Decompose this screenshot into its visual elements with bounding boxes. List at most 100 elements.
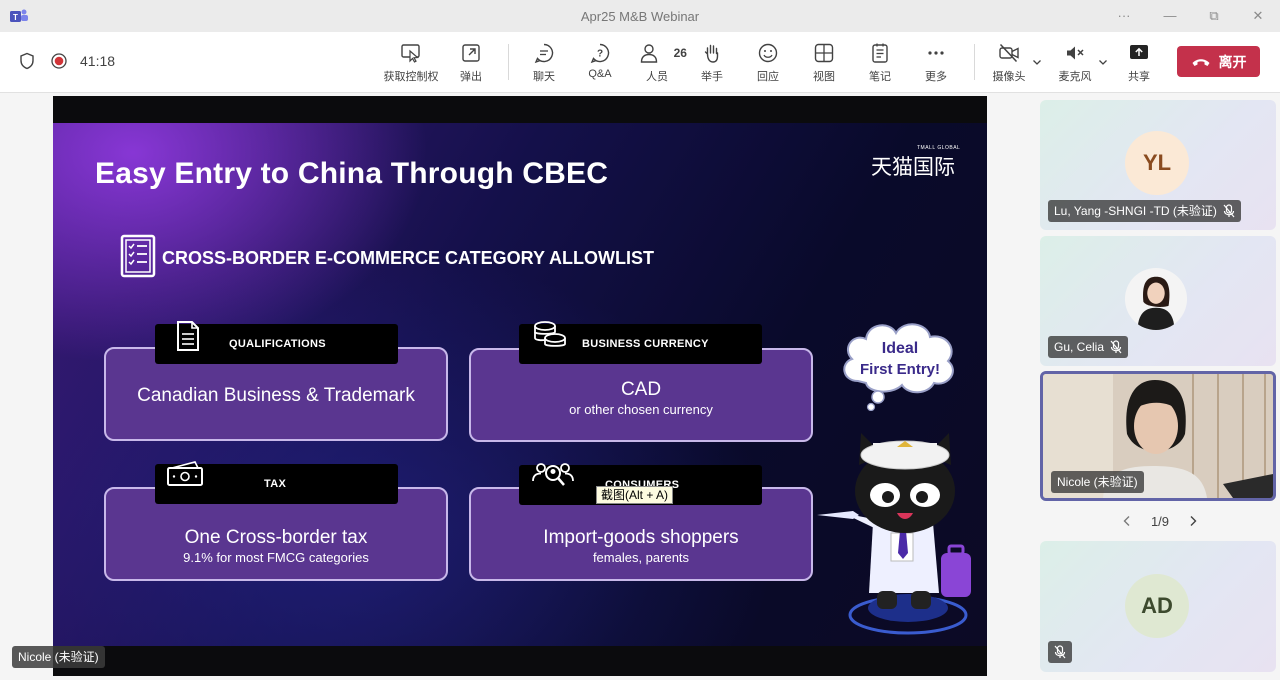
people-button[interactable]: 26 人员 <box>627 42 687 88</box>
view-icon <box>814 43 834 63</box>
recording-icon <box>51 53 67 69</box>
chat-icon <box>534 43 554 64</box>
qa-label: Q&A <box>588 68 612 80</box>
share-label: 共享 <box>1128 71 1150 83</box>
group-search-icon <box>532 463 574 486</box>
more-icon <box>928 51 944 55</box>
tag-label: BUSINESS CURRENCY <box>582 338 709 350</box>
react-icon <box>758 43 778 63</box>
more-label: 更多 <box>925 71 947 83</box>
pop-out-icon <box>462 44 480 62</box>
checklist-icon <box>120 234 156 278</box>
leave-button[interactable]: 离开 <box>1177 46 1260 77</box>
participant-name: Lu, Yang -SHNGI -TD (未验证) <box>1054 204 1217 218</box>
slide-title: Easy Entry to China Through CBEC <box>95 157 609 190</box>
people-label: 人员 <box>646 71 668 83</box>
participant-pager: 1/9 <box>1120 510 1200 532</box>
hang-up-icon <box>1192 58 1209 66</box>
tag-label: TAX <box>264 478 287 490</box>
slide-subheading: CROSS-BORDER E-COMMERCE CATEGORY ALLOWLI… <box>162 248 654 268</box>
share-icon <box>1130 45 1148 59</box>
participant-tile[interactable]: YL Lu, Yang -SHNGI -TD (未验证) <box>1040 100 1276 230</box>
window-more-button[interactable]: ··· <box>1110 6 1138 26</box>
thought-bubble: Ideal First Entry! <box>843 323 954 411</box>
qualifications-tag: QUALIFICATIONS <box>155 321 398 364</box>
view-label: 视图 <box>813 71 835 83</box>
meeting-timer: 41:18 <box>80 53 116 69</box>
participant-tile[interactable]: Gu, Celia <box>1040 236 1276 366</box>
participant-name: Gu, Celia <box>1054 340 1105 354</box>
participant-tile[interactable]: AD <box>1040 541 1276 672</box>
title-bar: T Apr25 M&B Webinar ··· — ⧉ ✕ <box>0 0 1280 32</box>
notes-icon <box>872 43 888 63</box>
qa-icon: ? <box>590 43 610 64</box>
pager-text: 1/9 <box>1150 513 1170 529</box>
card-main-text: CAD <box>620 379 662 400</box>
mic-muted-icon <box>1054 645 1066 659</box>
camera-label: 摄像头 <box>992 71 1026 83</box>
view-button[interactable]: 视图 <box>794 42 854 88</box>
participant-avatar: YL <box>1125 131 1189 195</box>
presenter-name-label: Nicole (未验证) <box>12 646 105 668</box>
raise-hand-label: 举手 <box>701 71 723 83</box>
camera-button[interactable]: 摄像头 <box>979 42 1039 88</box>
camera-options-chevron-icon[interactable] <box>1031 56 1043 68</box>
notes-button[interactable]: 笔记 <box>850 42 910 88</box>
participant-name: Nicole (未验证) <box>1057 475 1138 489</box>
more-button[interactable]: 更多 <box>906 42 966 88</box>
card-main-text: Import-goods shoppers <box>543 527 739 548</box>
raise-hand-button[interactable]: 举手 <box>682 42 742 88</box>
meeting-toolbar: 41:18 获取控制权 弹出 聊天 ? Q&A 26 人员 举手 回应 视图 笔… <box>0 32 1280 93</box>
brand-chinese-text: 天猫国际 <box>871 156 955 179</box>
pop-out-button[interactable]: 弹出 <box>441 42 501 88</box>
camera-off-icon <box>999 43 1019 63</box>
leave-label: 离开 <box>1218 53 1247 70</box>
card-main-text: One Cross-border tax <box>184 527 368 548</box>
close-button[interactable]: ✕ <box>1244 6 1272 26</box>
microphone-button[interactable]: 麦克风 <box>1045 42 1105 88</box>
maximize-button[interactable]: ⧉ <box>1200 6 1228 26</box>
pop-out-label: 弹出 <box>460 71 482 83</box>
participant-avatar: AD <box>1125 574 1189 638</box>
coins-icon <box>534 321 566 347</box>
participant-name-chip: Lu, Yang -SHNGI -TD (未验证) <box>1048 200 1241 222</box>
chat-label: 聊天 <box>533 71 555 83</box>
meeting-status: 41:18 <box>18 52 115 70</box>
participant-name-chip <box>1048 641 1072 663</box>
svg-text:?: ? <box>597 49 603 60</box>
toolbar-divider <box>974 44 975 80</box>
cash-icon <box>167 461 203 486</box>
chat-button[interactable]: 聊天 <box>514 42 574 88</box>
chevron-left-icon[interactable] <box>1120 514 1134 528</box>
react-label: 回应 <box>757 71 779 83</box>
card-main-text: Canadian Business & Trademark <box>137 385 415 406</box>
microphone-options-chevron-icon[interactable] <box>1097 56 1109 68</box>
minimize-button[interactable]: — <box>1156 6 1184 26</box>
bubble-line-2: First Entry! <box>860 361 940 378</box>
tax-tag: TAX <box>155 461 398 504</box>
card-sub-text: 9.1% for most FMCG categories <box>183 550 369 565</box>
chevron-right-icon[interactable] <box>1186 514 1200 528</box>
screenshot-tooltip: 截图(Alt + A) <box>596 486 674 504</box>
card-sub-text: females, parents <box>592 550 690 565</box>
toolbar-divider <box>508 44 509 80</box>
active-speaker-video-tile[interactable]: Nicole (未验证) <box>1040 371 1276 501</box>
participant-name-chip: Nicole (未验证) <box>1051 471 1144 493</box>
mic-off-icon <box>1067 46 1084 60</box>
qa-button[interactable]: ? Q&A <box>570 42 630 88</box>
shared-screen[interactable]: Easy Entry to China Through CBEC TMALL G… <box>53 96 987 676</box>
card-sub-text: or other chosen currency <box>569 402 713 417</box>
shield-icon[interactable] <box>18 52 36 70</box>
share-button[interactable]: 共享 <box>1109 42 1169 88</box>
notes-label: 笔记 <box>869 71 891 83</box>
bubble-line-1: Ideal <box>882 340 918 357</box>
take-control-button[interactable]: 获取控制权 <box>381 42 441 88</box>
participant-photo-avatar <box>1124 267 1188 331</box>
mic-muted-icon <box>1223 204 1235 218</box>
tmall-cat-mascot-illustration <box>817 433 971 635</box>
take-control-label: 获取控制权 <box>383 71 439 83</box>
window-title: Apr25 M&B Webinar <box>580 9 700 24</box>
microphone-label: 麦克风 <box>1058 71 1092 83</box>
react-button[interactable]: 回应 <box>738 42 798 88</box>
document-icon <box>177 321 199 351</box>
